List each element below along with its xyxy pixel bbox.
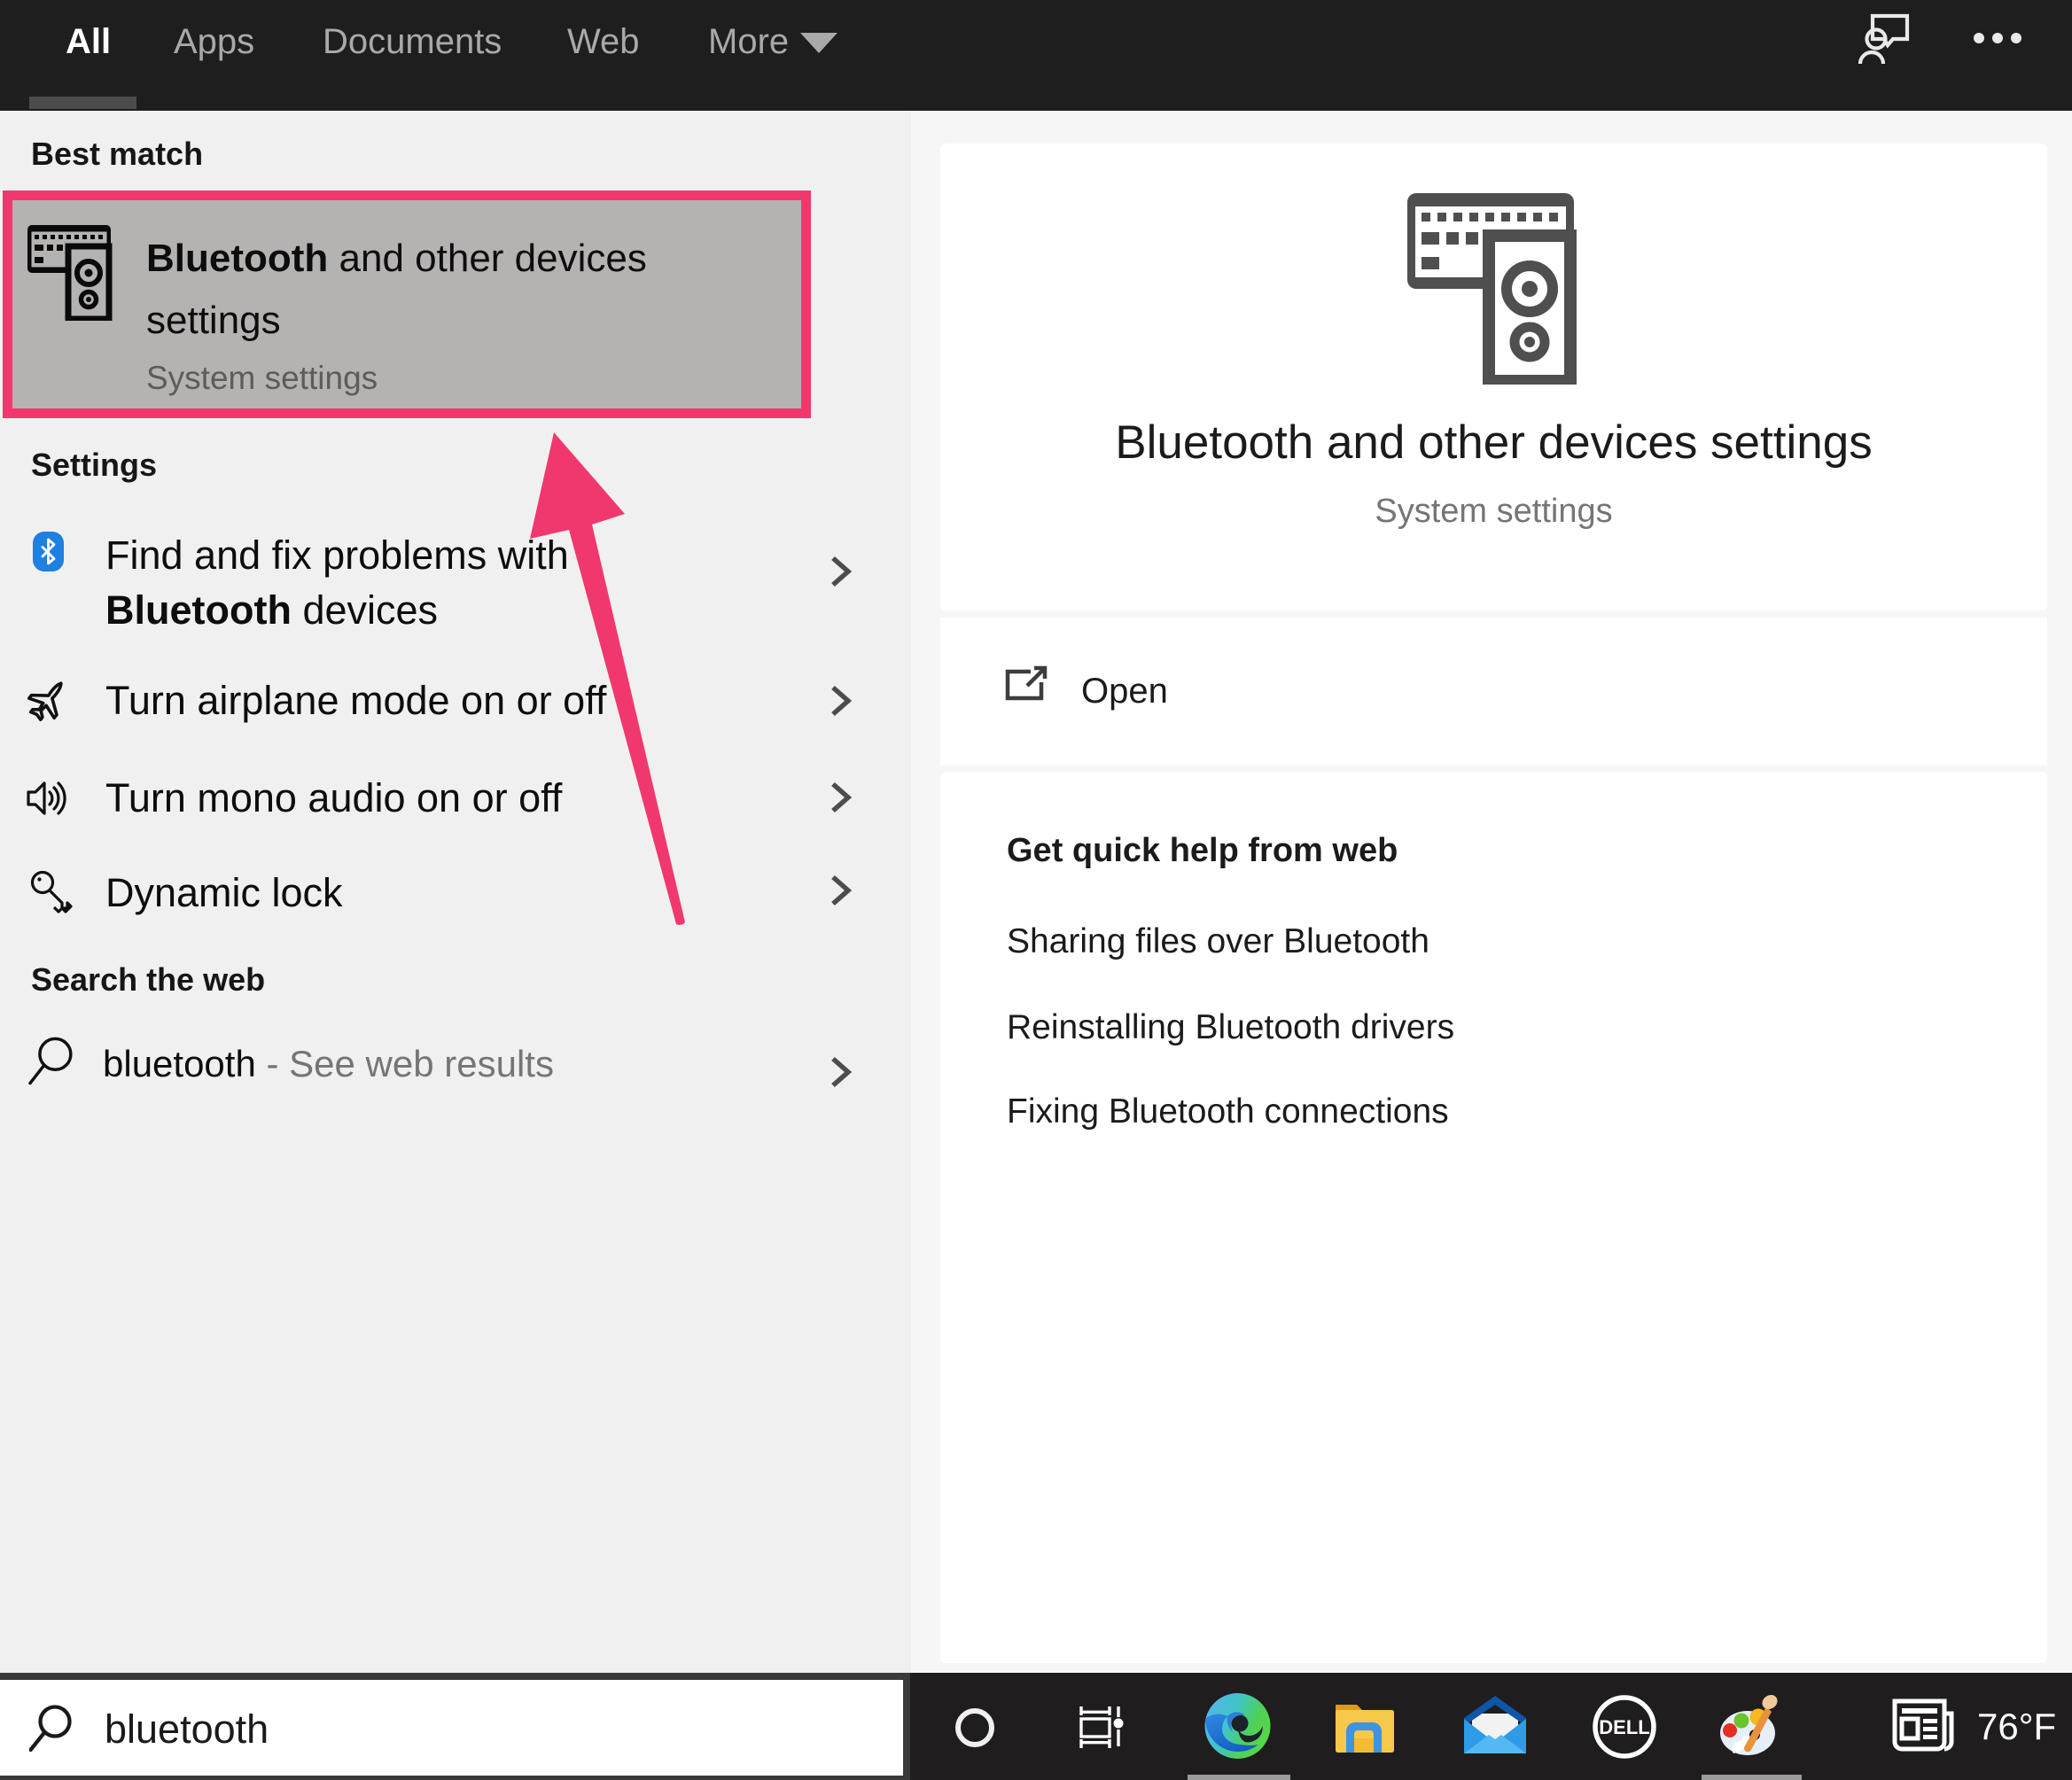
svg-text:DELL: DELL [1599, 1716, 1649, 1738]
